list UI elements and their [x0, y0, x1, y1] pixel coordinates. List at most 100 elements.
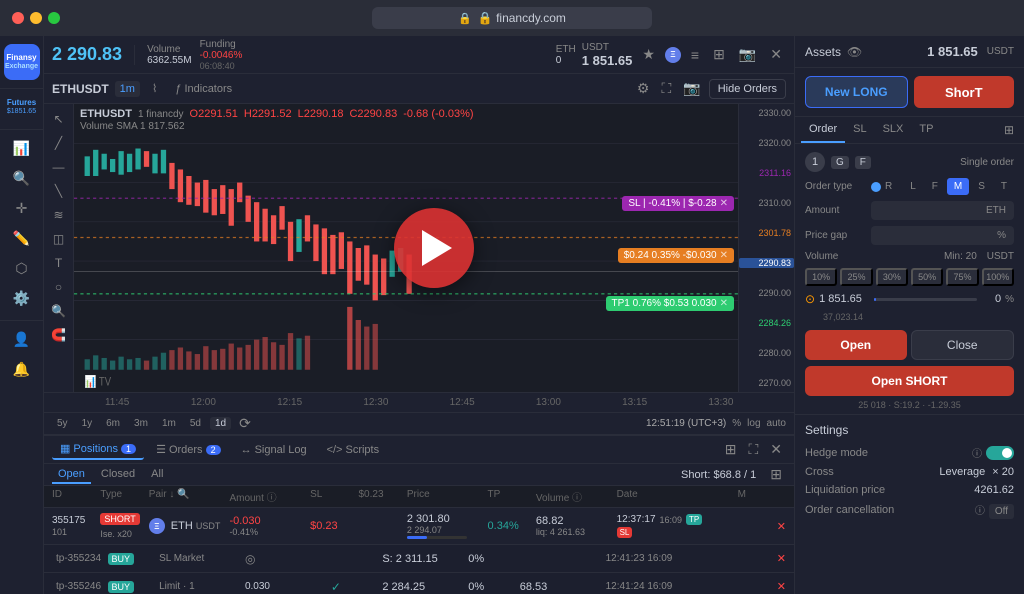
pct-100[interactable]: 100%: [982, 268, 1014, 286]
tab-positions[interactable]: ▦ Positions 1: [52, 439, 144, 460]
indicators-btn[interactable]: ƒ Indicators: [169, 81, 238, 97]
g-badge[interactable]: G: [831, 156, 849, 169]
tab-orders[interactable]: ☰ Orders 2: [148, 440, 229, 459]
price-gap-input[interactable]: %: [871, 226, 1014, 245]
maximize-dot[interactable]: [48, 12, 60, 24]
hedge-toggle[interactable]: [986, 446, 1014, 460]
timeframe-1m[interactable]: 1m: [115, 81, 140, 97]
menu-icon[interactable]: ≡: [687, 45, 703, 65]
tp-close-btn[interactable]: ✕: [720, 298, 728, 309]
sub-tab-closed[interactable]: Closed: [95, 466, 141, 484]
row-close-btn[interactable]: ✕: [777, 520, 786, 533]
col-m: M: [738, 489, 786, 504]
order-type-S[interactable]: S: [971, 178, 992, 195]
entry-close-btn[interactable]: ✕: [720, 250, 728, 261]
fib-tool[interactable]: ≋: [48, 204, 70, 226]
short-button[interactable]: ShorT: [914, 76, 1015, 108]
browser-bar: 🔒 🔒 financdy.com: [0, 0, 1024, 36]
line-tool[interactable]: ╱: [48, 132, 70, 154]
sidebar-item-crosshair[interactable]: ✛: [6, 194, 38, 222]
order-type-L[interactable]: L: [903, 178, 923, 195]
video-play-overlay[interactable]: [394, 208, 474, 288]
sidebar-item-draw[interactable]: ✏️: [6, 224, 38, 252]
open-button[interactable]: Open: [805, 330, 907, 360]
hedge-toggle-control[interactable]: [986, 446, 1014, 460]
sidebar-item-chart[interactable]: 📊: [6, 134, 38, 162]
pct-50[interactable]: 50%: [911, 268, 943, 286]
zoom-tool[interactable]: 🔍: [48, 300, 70, 322]
filter-icon[interactable]: ⊞: [721, 439, 741, 460]
period-5d[interactable]: 5d: [185, 417, 206, 430]
tab-scripts[interactable]: </> Scripts: [319, 441, 388, 459]
column-settings-icon[interactable]: ⊞: [766, 464, 786, 485]
sub-row-close-2[interactable]: ✕: [777, 580, 786, 593]
order-tab-order[interactable]: Order: [801, 117, 845, 143]
order-tab-sl[interactable]: SL: [845, 117, 874, 143]
order-settings-icon[interactable]: ⊞: [1000, 117, 1018, 143]
sidebar-item-notifications[interactable]: 🔔: [6, 355, 38, 383]
layout-icon[interactable]: ⊞: [709, 44, 729, 65]
period-3m[interactable]: 3m: [129, 417, 153, 430]
amount-input[interactable]: ETH: [871, 201, 1014, 220]
eye-icon[interactable]: 👁: [847, 45, 862, 59]
sub-tab-open[interactable]: Open: [52, 466, 91, 484]
sub-cell-pct-1: 0%: [468, 553, 520, 565]
settings-gear-icon[interactable]: ⚙: [633, 78, 654, 99]
close-dot[interactable]: [12, 12, 24, 24]
text-tool[interactable]: T: [48, 252, 70, 274]
fullscreen-icon[interactable]: ⛶: [657, 78, 675, 99]
short-badge: SHORT: [100, 513, 139, 525]
expand-icon[interactable]: ⛶: [744, 439, 762, 460]
trend-tool[interactable]: ╲: [48, 180, 70, 202]
f-badge[interactable]: F: [855, 156, 871, 169]
replay-icon[interactable]: ⟳: [235, 413, 255, 434]
chart-toolbar-right: ⚙ ⛶ 📷 Hide Orders: [633, 78, 786, 99]
hide-orders-button[interactable]: Hide Orders: [709, 79, 786, 99]
time-tick-1330: 13:30: [678, 397, 764, 408]
order-type-M[interactable]: M: [947, 178, 969, 195]
pct-30[interactable]: 30%: [876, 268, 908, 286]
sidebar-item-search[interactable]: 🔍: [6, 164, 38, 192]
star-icon[interactable]: ★: [638, 44, 659, 65]
new-long-button[interactable]: New LONG: [805, 76, 908, 108]
radio-r[interactable]: [871, 182, 881, 192]
period-1y[interactable]: 1y: [77, 417, 98, 430]
sidebar-item-settings[interactable]: ⚙️: [6, 284, 38, 312]
measure-tool[interactable]: ◫: [48, 228, 70, 250]
close-button[interactable]: Close: [911, 330, 1015, 360]
cursor-tool[interactable]: ↖: [48, 108, 70, 130]
open-short-button[interactable]: Open SHORT: [805, 366, 1014, 396]
sub-tab-all[interactable]: All: [145, 466, 169, 484]
slider-track[interactable]: [874, 298, 977, 301]
screenshot-icon[interactable]: 📷: [735, 44, 760, 65]
period-1d[interactable]: 1d: [210, 417, 231, 430]
pct-25[interactable]: 25%: [840, 268, 872, 286]
sidebar-item-nodes[interactable]: ⬡: [6, 254, 38, 282]
tab-signal-log[interactable]: ↔ Signal Log: [233, 441, 315, 459]
period-6m[interactable]: 6m: [101, 417, 125, 430]
play-button[interactable]: [394, 208, 474, 288]
sl-close-btn[interactable]: ✕: [720, 198, 728, 209]
url-bar[interactable]: 🔒 🔒 financdy.com: [372, 7, 652, 29]
period-1m[interactable]: 1m: [157, 417, 181, 430]
logo-button[interactable]: Finansy Exchange: [4, 44, 40, 80]
order-tab-tp[interactable]: TP: [911, 117, 941, 143]
sidebar-item-account[interactable]: 👤: [6, 325, 38, 353]
order-type-T[interactable]: T: [994, 178, 1014, 195]
pct-75[interactable]: 75%: [946, 268, 978, 286]
magnet-tool[interactable]: 🧲: [48, 324, 70, 346]
period-5y[interactable]: 5y: [52, 417, 73, 430]
close-panel-icon[interactable]: ✕: [766, 439, 786, 460]
close-icon[interactable]: ✕: [766, 44, 786, 65]
sidebar-item-futures[interactable]: Futures $1851.65: [6, 93, 38, 121]
minimize-dot[interactable]: [30, 12, 42, 24]
chart-type-btn[interactable]: ⌇: [146, 80, 163, 97]
off-badge: Off: [989, 504, 1014, 519]
sub-row-close-1[interactable]: ✕: [777, 552, 786, 565]
order-type-F[interactable]: F: [925, 178, 945, 195]
camera-icon[interactable]: 📷: [679, 78, 704, 99]
pct-10[interactable]: 10%: [805, 268, 837, 286]
order-tab-slx[interactable]: SLX: [875, 117, 912, 143]
hline-tool[interactable]: —: [48, 156, 70, 178]
shape-tool[interactable]: ○: [48, 276, 70, 298]
